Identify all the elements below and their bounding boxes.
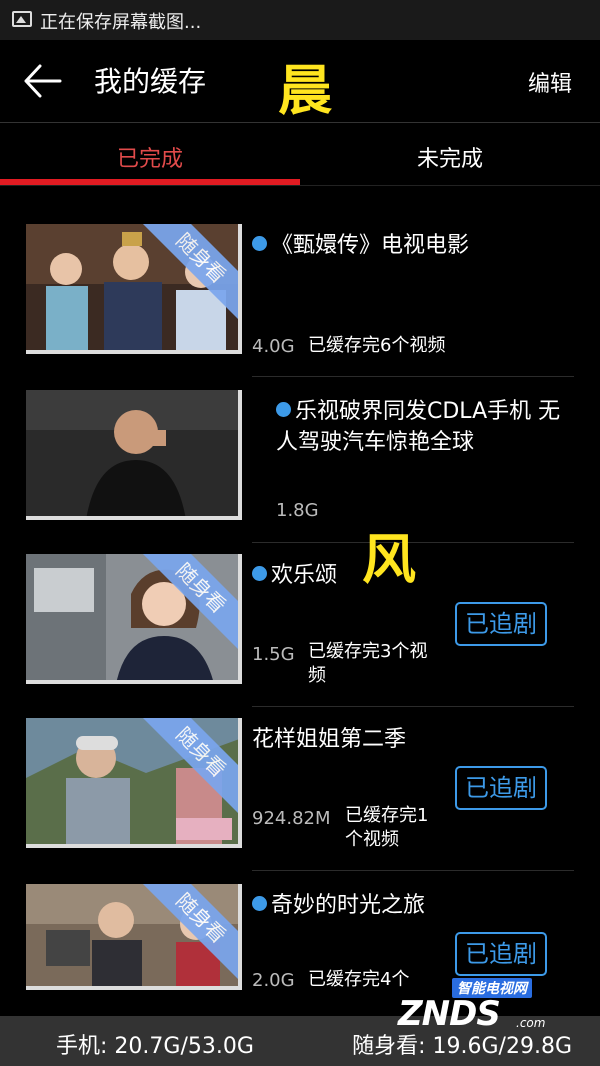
portable-badge: 随身看 xyxy=(141,718,238,815)
list-item[interactable]: 随身看 花样姐姐第二季 924.82M 已缓存完1个视频 已追剧 xyxy=(0,718,600,878)
portable-badge: 随身看 xyxy=(141,554,238,651)
back-button[interactable] xyxy=(22,62,62,100)
cache-status: 已缓存完6个视频 xyxy=(308,335,446,356)
video-thumbnail: 随身看 xyxy=(26,718,242,848)
znds-logo: 智能电视网 ZNDS .com xyxy=(398,976,558,1034)
video-thumbnail xyxy=(26,390,242,520)
status-bar: 正在保存屏幕截图... xyxy=(0,0,600,40)
video-size: 1.8G xyxy=(276,500,319,521)
new-dot xyxy=(252,566,267,581)
image-icon xyxy=(12,11,32,27)
status-text: 正在保存屏幕截图... xyxy=(40,12,202,33)
video-title: 花样姐姐第二季 xyxy=(252,727,407,752)
row-divider xyxy=(252,870,574,871)
video-size: 4.0G xyxy=(252,336,295,357)
row-divider xyxy=(252,376,574,377)
new-dot xyxy=(252,896,267,911)
new-dot xyxy=(276,402,291,417)
video-title: 欢乐颂 xyxy=(252,560,452,591)
followed-button[interactable]: 已追剧 xyxy=(455,602,547,646)
tab-done[interactable]: 已完成 xyxy=(0,141,300,173)
video-title: 《甄嬛传》电视电影 xyxy=(252,230,582,261)
back-arrow-icon xyxy=(24,64,62,98)
video-title: 奇妙的时光之旅 xyxy=(252,890,472,921)
logo-en: ZNDS xyxy=(398,994,501,1034)
video-title: 乐视破界同发CDLA手机 无人驾驶汽车惊艳全球 xyxy=(276,399,561,455)
watermark-middle: 风 xyxy=(362,528,416,591)
page-title: 我的缓存 xyxy=(94,65,207,98)
new-dot xyxy=(252,236,267,251)
portable-badge: 随身看 xyxy=(141,224,238,321)
video-thumbnail: 随身看 xyxy=(26,884,242,990)
tab-bar: 已完成 未完成 xyxy=(0,123,600,187)
video-size: 924.82M xyxy=(252,808,331,829)
cache-status: 已缓存完1个视频 xyxy=(345,805,429,850)
followed-button[interactable]: 已追剧 xyxy=(455,932,547,976)
logo-suffix: .com xyxy=(516,1016,546,1030)
video-thumbnail: 随身看 xyxy=(26,224,242,354)
tab-pending[interactable]: 未完成 xyxy=(300,141,600,173)
edit-button[interactable]: 编辑 xyxy=(528,66,572,98)
row-divider xyxy=(252,706,574,707)
list-item[interactable]: 乐视破界同发CDLA手机 无人驾驶汽车惊艳全球 1.8G xyxy=(0,390,600,550)
list-item[interactable]: 随身看 欢乐颂 1.5G 已缓存完3个视频 已追剧 xyxy=(0,554,600,714)
phone-storage: 手机: 20.7G/53.0G xyxy=(56,1034,254,1059)
video-thumbnail: 随身看 xyxy=(26,554,242,684)
divider xyxy=(0,185,600,186)
list-item[interactable]: 随身看 《甄嬛传》电视电影 4.0G 已缓存完6个视频 xyxy=(0,224,600,384)
watermark-top: 晨 xyxy=(278,59,332,122)
followed-button[interactable]: 已追剧 xyxy=(455,766,547,810)
portable-badge: 随身看 xyxy=(141,884,238,981)
video-size: 1.5G xyxy=(252,644,295,665)
cache-status: 已缓存完3个视频 xyxy=(308,641,428,686)
video-size: 2.0G xyxy=(252,970,295,991)
header: 我的缓存 晨 编辑 xyxy=(0,40,600,122)
